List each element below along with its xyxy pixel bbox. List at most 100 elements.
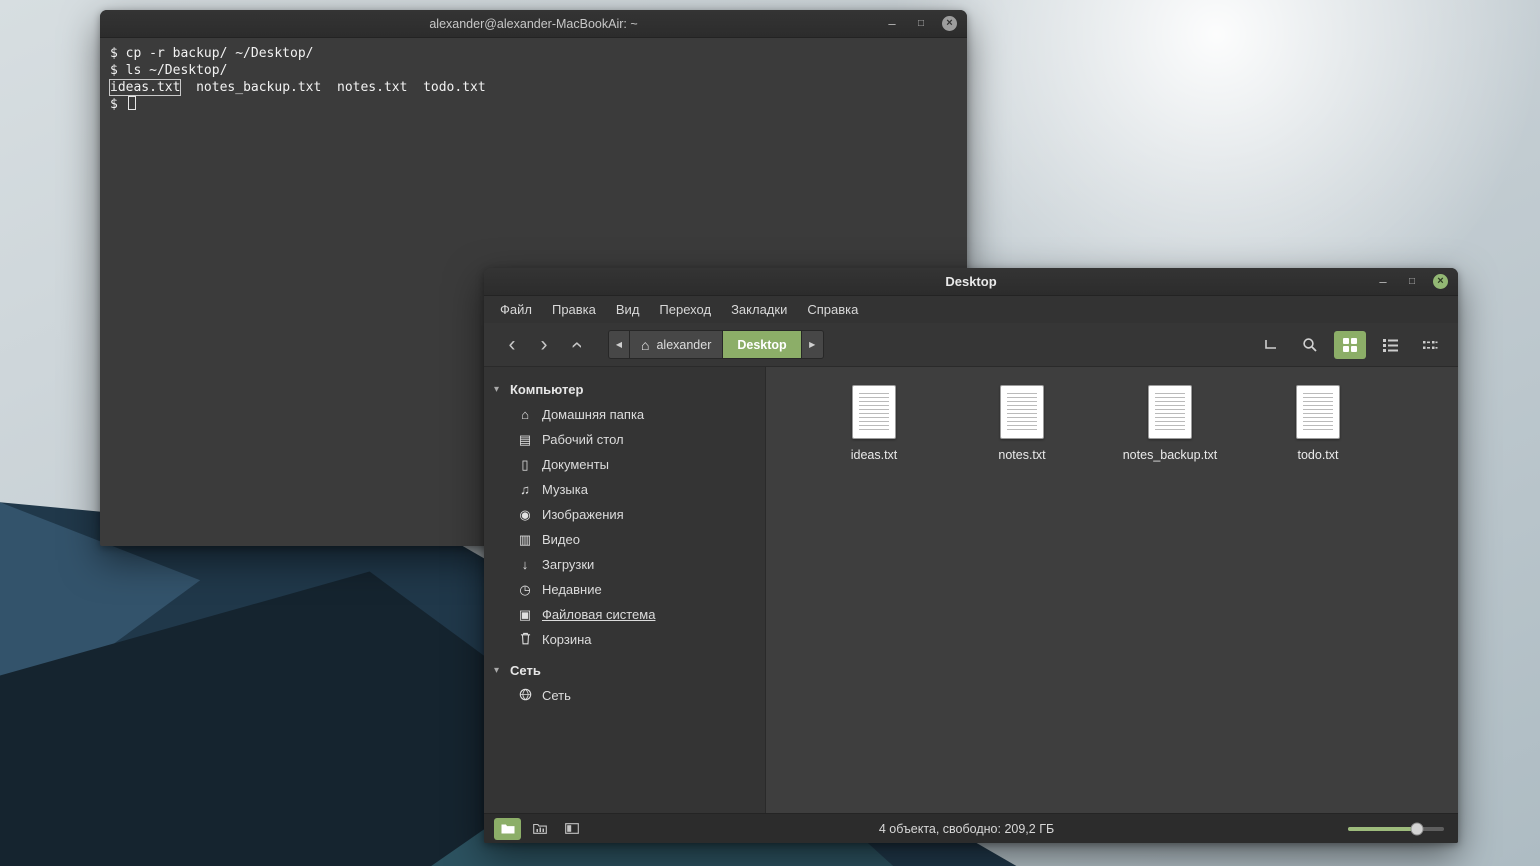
expander-icon[interactable]: ▾ [494, 384, 510, 395]
globe-icon [516, 688, 534, 703]
search-button[interactable] [1294, 331, 1326, 359]
minimize-icon[interactable]: – [1375, 274, 1391, 290]
file-manager-titlebar[interactable]: Desktop – □ × [484, 268, 1458, 296]
file-item-notes-backup[interactable]: notes_backup.txt [1106, 385, 1234, 462]
file-item-ideas[interactable]: ideas.txt [810, 385, 938, 462]
sidebar-item-recent[interactable]: ◷ Недавние [484, 577, 765, 602]
folder-icon [501, 823, 515, 834]
chevron-right-icon: › [541, 333, 548, 357]
desktop-wallpaper: alexander@alexander-MacBookAir: ~ – □ × … [0, 0, 1540, 866]
status-text: 4 объекта, свободно: 209,2 ГБ [585, 822, 1348, 836]
split-pane-icon [565, 823, 579, 834]
zoom-slider-fill [1348, 827, 1417, 831]
menu-file[interactable]: Файл [490, 298, 542, 321]
text-file-icon [852, 385, 896, 439]
expander-icon[interactable]: ▾ [494, 665, 510, 676]
terminal-title: alexander@alexander-MacBookAir: ~ [429, 17, 637, 31]
terminal-ls-output: ideas.txt notes_backup.txt notes.txt tod… [110, 79, 957, 96]
ls-output-rest: notes_backup.txt notes.txt todo.txt [180, 80, 485, 95]
menu-go[interactable]: Переход [649, 298, 721, 321]
status-bar: 4 объекта, свободно: 209,2 ГБ [484, 813, 1458, 843]
breadcrumb-scroll-left-button[interactable]: ◀ [608, 330, 630, 359]
desktop-icon: ▤ [516, 433, 534, 446]
terminal-prompt-line: $ [110, 96, 957, 113]
camera-icon: ◉ [516, 508, 534, 521]
sidebar-item-desktop[interactable]: ▤ Рабочий стол [484, 427, 765, 452]
compact-view-button[interactable] [1414, 331, 1446, 359]
toolbar-right-group [1254, 331, 1446, 359]
sidebar-item-music[interactable]: ♫ Музыка [484, 477, 765, 502]
toggle-places-sidebar-button[interactable] [494, 818, 521, 840]
trash-icon [516, 632, 534, 647]
sidebar-section-label: Сеть [510, 663, 541, 678]
toggle-location-bar-button[interactable] [1254, 331, 1286, 359]
ls-highlighted-file: ideas.txt [110, 80, 180, 95]
sidebar-item-documents[interactable]: ▯ Документы [484, 452, 765, 477]
up-button[interactable]: › [560, 330, 592, 360]
file-icon-grid: ideas.txt notes.txt notes_backup.txt tod… [766, 367, 1458, 462]
menu-bar: Файл Правка Вид Переход Закладки Справка [484, 296, 1458, 323]
toggle-treeview-sidebar-button[interactable] [526, 818, 553, 840]
terminal-window-controls: – □ × [884, 10, 957, 37]
maximize-icon[interactable]: □ [913, 16, 929, 32]
file-manager-window-controls: – □ × [1375, 268, 1448, 295]
text-file-icon [1148, 385, 1192, 439]
breadcrumb-home-button[interactable]: ⌂ alexander [630, 330, 723, 359]
terminal-command-line: $ cp -r backup/ ~/Desktop/ [110, 45, 957, 62]
film-icon: ▥ [516, 533, 534, 546]
menu-edit[interactable]: Правка [542, 298, 606, 321]
terminal-prompt: $ [110, 97, 126, 112]
sidebar-item-trash[interactable]: Корзина [484, 627, 765, 652]
file-item-todo[interactable]: todo.txt [1254, 385, 1382, 462]
forward-button[interactable]: › [528, 330, 560, 360]
file-view-area[interactable]: ideas.txt notes.txt notes_backup.txt tod… [766, 367, 1458, 813]
breadcrumb: ◀ ⌂ alexander Desktop ▶ [608, 330, 824, 359]
breadcrumb-scroll-right-button[interactable]: ▶ [802, 330, 824, 359]
document-icon: ▯ [516, 458, 534, 471]
close-icon[interactable]: × [942, 16, 957, 31]
sidebar-section-label: Компьютер [510, 382, 583, 397]
file-item-notes[interactable]: notes.txt [958, 385, 1086, 462]
sidebar-item-downloads[interactable]: ↓ Загрузки [484, 552, 765, 577]
file-manager-window: Desktop – □ × Файл Правка Вид Переход За… [484, 268, 1458, 843]
sidebar-item-pictures[interactable]: ◉ Изображения [484, 502, 765, 527]
list-view-button[interactable] [1374, 331, 1406, 359]
triangle-right-icon: ▶ [809, 340, 815, 349]
menu-help[interactable]: Справка [797, 298, 868, 321]
home-icon: ⌂ [516, 408, 534, 421]
minimize-icon[interactable]: – [884, 16, 900, 32]
music-icon: ♫ [516, 483, 534, 496]
maximize-icon[interactable]: □ [1404, 274, 1420, 290]
clock-icon: ◷ [516, 583, 534, 596]
sidebar-item-filesystem[interactable]: ▣ Файловая система [484, 602, 765, 627]
grid-view-icon [1343, 338, 1357, 352]
breadcrumb-current-label: Desktop [737, 338, 786, 352]
menu-bookmarks[interactable]: Закладки [721, 298, 797, 321]
chevron-left-icon: ‹ [509, 333, 516, 357]
breadcrumb-current-button[interactable]: Desktop [723, 330, 801, 359]
terminal-cursor [128, 96, 136, 110]
back-button[interactable]: ‹ [496, 330, 528, 360]
close-icon[interactable]: × [1433, 274, 1448, 289]
menu-view[interactable]: Вид [606, 298, 650, 321]
window-title: Desktop [945, 274, 996, 289]
zoom-slider[interactable] [1348, 822, 1444, 836]
disk-icon: ▣ [516, 608, 534, 621]
icon-view-button[interactable] [1334, 331, 1366, 359]
places-sidebar: ▾ Компьютер ⌂ Домашняя папка ▤ Рабочий с… [484, 367, 766, 813]
search-icon [1302, 337, 1318, 353]
chevron-up-icon: › [564, 341, 588, 348]
breadcrumb-home-label: alexander [656, 338, 711, 352]
sidebar-section-computer[interactable]: ▾ Компьютер [484, 377, 765, 402]
terminal-titlebar[interactable]: alexander@alexander-MacBookAir: ~ – □ × [100, 10, 967, 38]
sidebar-item-home[interactable]: ⌂ Домашняя папка [484, 402, 765, 427]
file-manager-body: ▾ Компьютер ⌂ Домашняя папка ▤ Рабочий с… [484, 367, 1458, 813]
terminal-command-line: $ ls ~/Desktop/ [110, 62, 957, 79]
text-file-icon [1000, 385, 1044, 439]
sidebar-section-network[interactable]: ▾ Сеть [484, 658, 765, 683]
location-entry-icon [1263, 338, 1278, 351]
sidebar-item-network[interactable]: Сеть [484, 683, 765, 708]
sidebar-item-videos[interactable]: ▥ Видео [484, 527, 765, 552]
toggle-extra-pane-button[interactable] [558, 818, 585, 840]
zoom-slider-handle[interactable] [1411, 822, 1424, 835]
